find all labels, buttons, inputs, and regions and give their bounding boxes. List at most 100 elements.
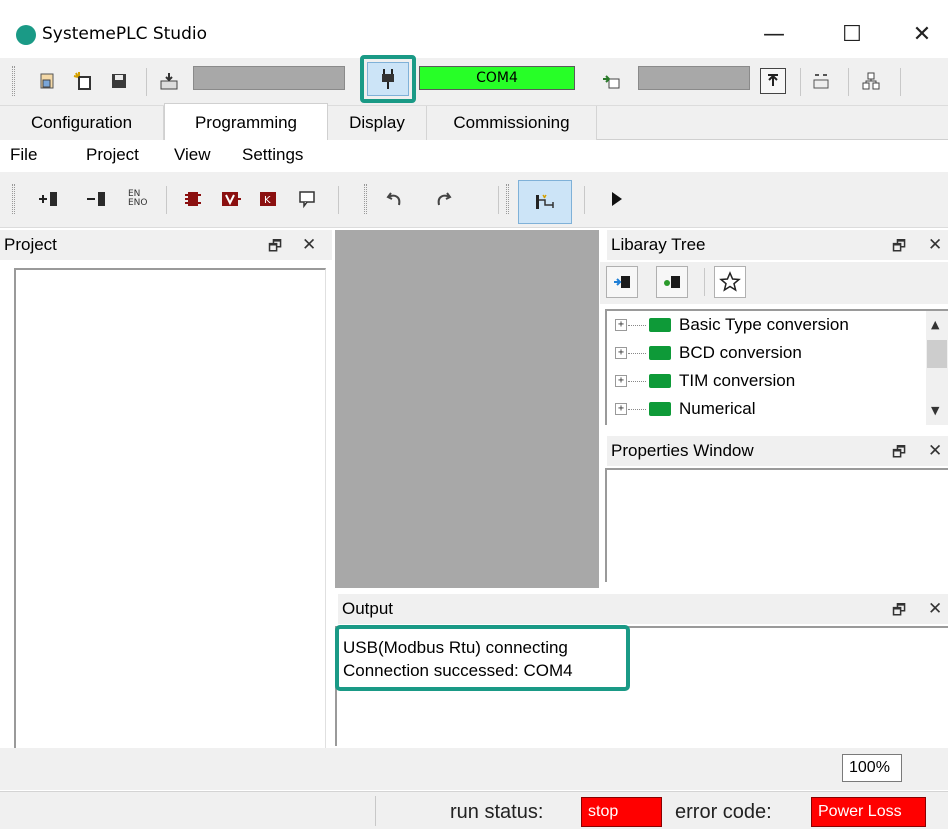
delete-rung-icon[interactable] xyxy=(84,186,110,212)
constant-icon[interactable]: K xyxy=(256,186,282,212)
toolbar-grip[interactable] xyxy=(12,66,15,96)
output-panel-title: Output xyxy=(342,599,394,618)
status-separator xyxy=(375,796,376,826)
toolbar-separator xyxy=(146,68,147,96)
expand-icon[interactable]: + xyxy=(615,319,627,331)
com-port-status: COM4 xyxy=(419,66,575,90)
ladder-mode-button[interactable] xyxy=(518,180,572,224)
tree-item[interactable]: + TIM conversion xyxy=(607,367,925,395)
scroll-up-icon[interactable]: ▲ xyxy=(931,318,939,331)
toolbar-separator xyxy=(498,186,499,214)
app-logo xyxy=(16,25,36,45)
menu-view[interactable]: View xyxy=(174,145,211,165)
toolbar-separator xyxy=(848,68,849,96)
window-title: SystemePLC Studio xyxy=(42,24,207,44)
menu-project[interactable]: Project xyxy=(86,145,139,165)
tab-display[interactable]: Display xyxy=(328,106,427,140)
collapse-all-icon[interactable] xyxy=(606,266,638,298)
library-scrollbar-thumb[interactable] xyxy=(927,340,947,368)
run-status-label: run status: xyxy=(450,801,544,823)
maximize-button[interactable]: ☐ xyxy=(822,14,882,54)
tree-connector xyxy=(628,324,646,326)
download-icon[interactable] xyxy=(156,68,182,94)
folder-icon xyxy=(649,346,671,360)
project-tree[interactable] xyxy=(14,268,326,754)
float-panel-icon[interactable]: 🗗 xyxy=(892,442,906,467)
expand-all-icon[interactable] xyxy=(656,266,688,298)
tree-connector xyxy=(628,352,646,354)
tab-configuration[interactable]: Configuration xyxy=(0,106,164,140)
tab-bar: Configuration Programming Display Commis… xyxy=(0,103,948,141)
properties-window-title: Properties Window xyxy=(611,441,754,460)
toolbar-separator xyxy=(584,186,585,214)
switch-icon[interactable] xyxy=(598,68,624,94)
library-toolbar xyxy=(600,262,948,304)
ladder-editor-area[interactable] xyxy=(335,230,599,588)
toolbar-separator xyxy=(704,268,705,296)
close-button[interactable]: ✕ xyxy=(896,14,948,54)
zoom-bar xyxy=(0,748,948,790)
float-panel-icon[interactable]: 🗗 xyxy=(892,600,906,625)
library-tree-title: Libaray Tree xyxy=(611,235,706,254)
tree-item-label: Basic Type conversion xyxy=(679,315,849,334)
save-icon[interactable] xyxy=(106,68,132,94)
toolbar-separator xyxy=(166,186,167,214)
programming-toolbar: EN ENO K xyxy=(0,172,948,228)
tree-item[interactable]: + Basic Type conversion xyxy=(607,311,925,339)
scroll-down-icon[interactable]: ▼ xyxy=(931,404,939,417)
variable-icon[interactable] xyxy=(218,186,244,212)
menu-file[interactable]: File xyxy=(10,145,37,165)
library-tree-list[interactable]: + Basic Type conversion + BCD conversion… xyxy=(605,309,948,425)
svg-text:K: K xyxy=(264,195,271,206)
close-panel-icon[interactable]: ✕ xyxy=(928,441,942,461)
minimize-button[interactable]: — xyxy=(744,14,804,54)
error-code-value: Power Loss xyxy=(811,797,926,827)
tree-item[interactable]: + Numerical xyxy=(607,395,925,423)
output-highlight xyxy=(335,625,630,691)
properties-panel[interactable] xyxy=(605,468,948,582)
expand-icon[interactable]: + xyxy=(615,347,627,359)
insert-rung-icon[interactable] xyxy=(36,186,62,212)
toolbar-grip[interactable] xyxy=(12,184,15,214)
new-project-icon[interactable] xyxy=(70,68,96,94)
toolbar-grip[interactable] xyxy=(364,184,367,214)
folder-icon xyxy=(649,374,671,388)
toolbar-separator xyxy=(900,68,901,96)
tab-programming[interactable]: Programming xyxy=(164,103,328,141)
run-icon[interactable] xyxy=(604,186,630,212)
function-block-icon[interactable] xyxy=(180,186,206,212)
expand-icon[interactable]: + xyxy=(615,403,627,415)
redo-icon[interactable] xyxy=(430,186,456,212)
monitor-icon[interactable] xyxy=(808,68,834,94)
error-code-label: error code: xyxy=(675,801,772,823)
menu-bar: File Project View Settings xyxy=(0,140,948,170)
folder-icon xyxy=(649,402,671,416)
folder-icon xyxy=(649,318,671,332)
comment-icon[interactable] xyxy=(294,186,320,212)
tree-connector xyxy=(628,408,646,410)
tree-item-label: BCD conversion xyxy=(679,343,802,362)
tree-connector xyxy=(628,380,646,382)
float-panel-icon[interactable]: 🗗 xyxy=(892,236,906,261)
close-panel-icon[interactable]: ✕ xyxy=(928,599,942,619)
tree-item[interactable]: + BCD conversion xyxy=(607,339,925,367)
toolbar-grip[interactable] xyxy=(506,184,509,214)
favorites-star-icon[interactable] xyxy=(714,266,746,298)
zoom-level[interactable]: 100% xyxy=(842,754,902,782)
close-panel-icon[interactable]: ✕ xyxy=(928,235,942,255)
toolbar-separator xyxy=(800,68,801,96)
download-progress-bar xyxy=(193,66,345,90)
connect-button-highlight xyxy=(360,55,416,103)
close-panel-icon[interactable]: ✕ xyxy=(302,235,316,255)
float-panel-icon[interactable]: 🗗 xyxy=(268,236,282,261)
tree-item-label: TIM conversion xyxy=(679,371,796,390)
tab-commissioning[interactable]: Commissioning xyxy=(427,106,597,140)
undo-icon[interactable] xyxy=(382,186,408,212)
network-icon[interactable] xyxy=(858,68,884,94)
en-eno-icon[interactable]: EN ENO xyxy=(128,186,154,212)
menu-settings[interactable]: Settings xyxy=(242,145,303,165)
upload-progress-bar xyxy=(638,66,750,90)
expand-icon[interactable]: + xyxy=(615,375,627,387)
upload-icon[interactable] xyxy=(760,68,786,94)
new-file-icon[interactable] xyxy=(34,68,60,94)
